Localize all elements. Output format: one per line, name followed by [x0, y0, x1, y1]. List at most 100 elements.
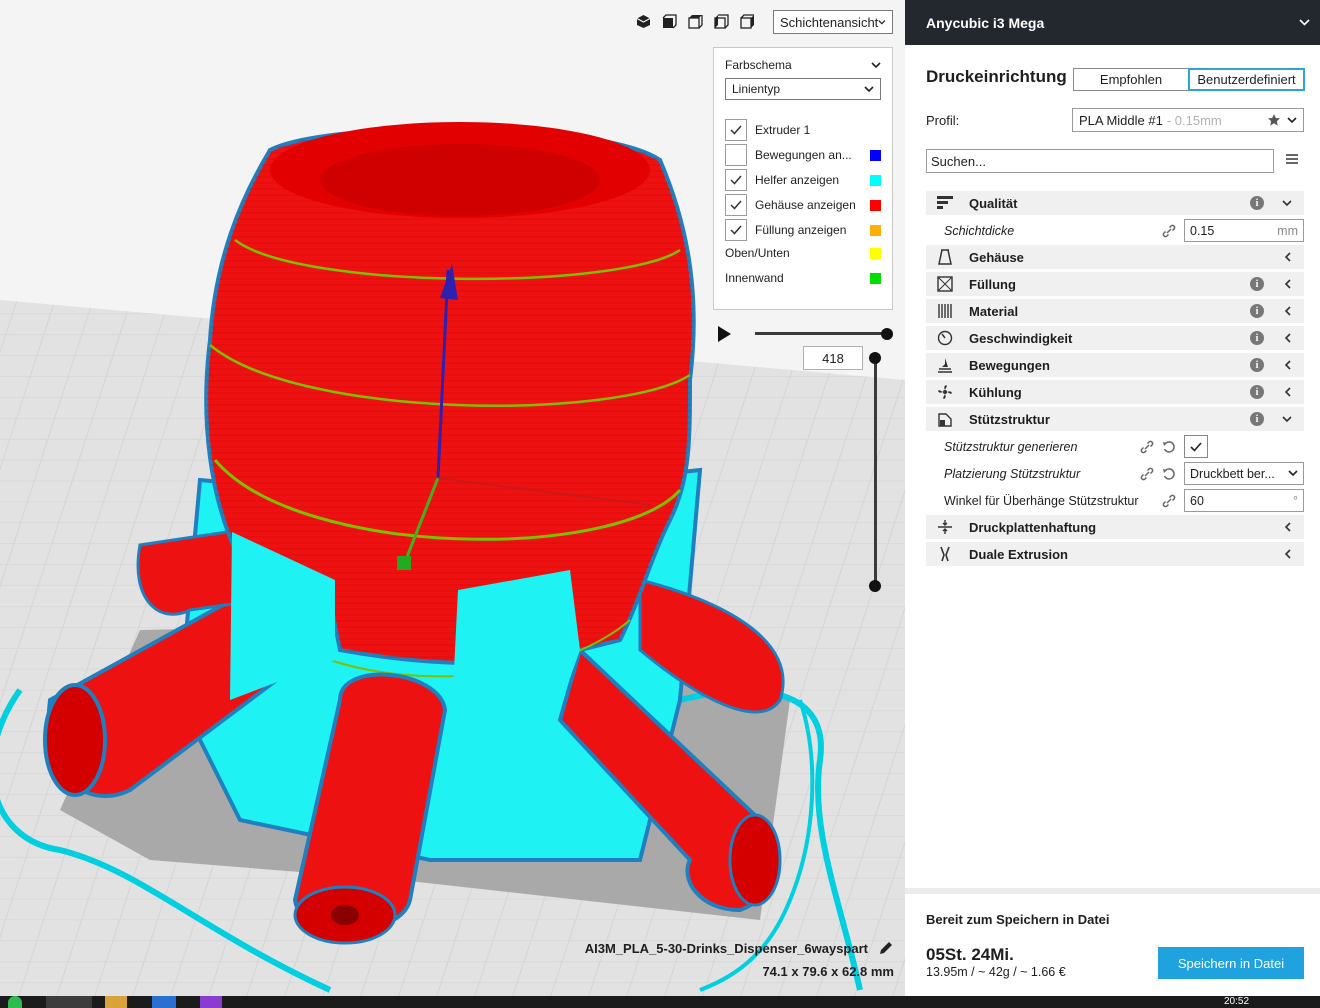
left-view-icon[interactable]: [712, 12, 731, 31]
custom-mode-button[interactable]: Benutzerdefiniert: [1188, 68, 1305, 91]
object-dimensions: 74.1 x 79.6 x 62.8 mm: [762, 964, 894, 979]
reset-icon[interactable]: [1162, 467, 1176, 481]
info-icon[interactable]: i: [1250, 304, 1264, 318]
link-icon[interactable]: [1140, 440, 1154, 454]
info-icon[interactable]: i: [1250, 412, 1264, 426]
overhang-angle-value: 60: [1190, 493, 1204, 508]
3d-view-icon[interactable]: [634, 12, 653, 31]
travels-checkbox[interactable]: [725, 144, 747, 166]
category-shell[interactable]: Gehäuse: [926, 245, 1304, 269]
quality-icon: [931, 196, 959, 210]
info-icon[interactable]: i: [1250, 196, 1264, 210]
category-speed[interactable]: Geschwindigkeit i: [926, 326, 1304, 350]
setting-generate-support: Stützstruktur generieren: [926, 433, 1304, 460]
category-label: Gehäuse: [969, 249, 1024, 265]
profile-select[interactable]: PLA Middle #1 - 0.15mm: [1072, 108, 1304, 132]
color-scheme-header[interactable]: Farbschema: [725, 58, 881, 72]
taskbar-app-icon[interactable]: [105, 996, 127, 1008]
recommended-mode-button[interactable]: Empfohlen: [1073, 68, 1189, 91]
layer-slider-track[interactable]: [874, 357, 877, 586]
legend-item-infill: Füllung anzeigen: [725, 219, 881, 241]
play-icon[interactable]: [716, 325, 732, 343]
profile-layer-height: - 0.15mm: [1166, 112, 1222, 128]
info-icon[interactable]: i: [1250, 385, 1264, 399]
save-to-file-button[interactable]: Speichern in Datei: [1158, 947, 1304, 979]
link-icon[interactable]: [1162, 494, 1176, 508]
category-adhesion[interactable]: Druckplattenhaftung: [926, 515, 1304, 539]
category-quality[interactable]: Qualität i: [926, 191, 1304, 215]
path-slider-track[interactable]: [755, 332, 887, 335]
info-icon[interactable]: i: [1250, 331, 1264, 345]
profile-value: PLA Middle #1: [1079, 112, 1163, 128]
layer-slider-top-handle[interactable]: [869, 352, 881, 364]
right-view-icon[interactable]: [738, 12, 757, 31]
info-icon[interactable]: i: [1250, 277, 1264, 291]
layer-slider-bottom-handle[interactable]: [869, 580, 881, 592]
legend-swatch: [870, 149, 881, 161]
star-icon[interactable]: [1267, 113, 1281, 127]
category-material[interactable]: Material i: [926, 299, 1304, 323]
color-scheme-panel: Farbschema Linientyp Extruder 1 Bewegung…: [713, 47, 893, 310]
front-view-icon[interactable]: [660, 12, 679, 31]
settings-search-input[interactable]: [926, 149, 1274, 173]
layer-number-field[interactable]: 418: [803, 346, 863, 370]
link-icon[interactable]: [1140, 467, 1154, 481]
top-view-icon[interactable]: [686, 12, 705, 31]
support-placement-select[interactable]: Druckbett ber...: [1184, 462, 1304, 485]
chevron-down-icon: [1299, 19, 1310, 26]
path-slider-handle[interactable]: [881, 328, 893, 340]
shell-checkbox[interactable]: [725, 194, 747, 216]
layer-height-unit: mm: [1277, 223, 1298, 238]
pencil-icon[interactable]: [878, 941, 893, 956]
legend-label: Extruder 1: [755, 123, 811, 137]
checkmark-icon: [730, 175, 742, 185]
legend-swatch: [870, 247, 881, 259]
color-scheme-select[interactable]: Linientyp: [725, 78, 881, 100]
view-mode-select[interactable]: Schichtenansicht: [773, 10, 893, 34]
category-support[interactable]: Stützstruktur i: [926, 407, 1304, 431]
infill-checkbox[interactable]: [725, 219, 747, 241]
taskbar-app-icon[interactable]: [8, 996, 22, 1008]
info-icon[interactable]: i: [1250, 358, 1264, 372]
legend-item-shell: Gehäuse anzeigen: [725, 194, 881, 216]
chevron-left-icon: [1280, 333, 1294, 343]
setting-support-placement: Platzierung Stützstruktur Druckbett ber.…: [926, 460, 1304, 487]
helpers-checkbox[interactable]: [725, 169, 747, 191]
category-travel[interactable]: Bewegungen i: [926, 353, 1304, 377]
layer-height-label: Schichtdicke: [944, 223, 1015, 238]
taskbar-app-icon[interactable]: [46, 996, 92, 1008]
category-cooling[interactable]: Kühlung i: [926, 380, 1304, 404]
chevron-left-icon: [1280, 387, 1294, 397]
setting-overhang-angle: Winkel für Überhänge Stützstruktur 60 °: [926, 487, 1304, 514]
chevron-down-icon: [1280, 415, 1294, 423]
taskbar-app-icon[interactable]: [200, 996, 222, 1008]
fan-icon: [931, 384, 959, 400]
travel-icon: [931, 357, 959, 373]
reset-icon[interactable]: [1162, 440, 1176, 454]
printer-selector[interactable]: Anycubic i3 Mega: [905, 0, 1320, 45]
3d-viewport[interactable]: Schichtenansicht Farbschema Linientyp Ex…: [0, 0, 905, 996]
chevron-left-icon: [1280, 306, 1294, 316]
generate-support-checkbox[interactable]: [1184, 435, 1208, 458]
overhang-angle-label: Winkel für Überhänge Stützstruktur: [944, 493, 1139, 508]
extruder-checkbox[interactable]: [725, 119, 747, 141]
overhang-angle-input[interactable]: 60 °: [1184, 489, 1304, 512]
category-label: Kühlung: [969, 384, 1022, 400]
overhang-angle-unit: °: [1293, 493, 1298, 508]
hamburger-menu-icon[interactable]: [1285, 152, 1299, 166]
category-infill[interactable]: Füllung i: [926, 272, 1304, 296]
infill-icon: [931, 276, 959, 292]
category-dual-extrusion[interactable]: Duale Extrusion: [926, 542, 1304, 566]
support-icon: [931, 411, 959, 427]
taskbar-app-icon[interactable]: [152, 996, 176, 1008]
adhesion-icon: [931, 519, 959, 535]
legend-item-extruder: Extruder 1: [725, 119, 881, 141]
layer-height-input[interactable]: 0.15 mm: [1184, 219, 1304, 242]
category-label: Bewegungen: [969, 357, 1050, 373]
legend-label: Oben/Unten: [725, 246, 790, 260]
checkmark-icon: [730, 200, 742, 210]
checkmark-icon: [1190, 441, 1202, 452]
color-scheme-label: Farbschema: [725, 58, 792, 72]
support-placement-value: Druckbett ber...: [1190, 466, 1275, 481]
link-icon[interactable]: [1162, 224, 1176, 238]
